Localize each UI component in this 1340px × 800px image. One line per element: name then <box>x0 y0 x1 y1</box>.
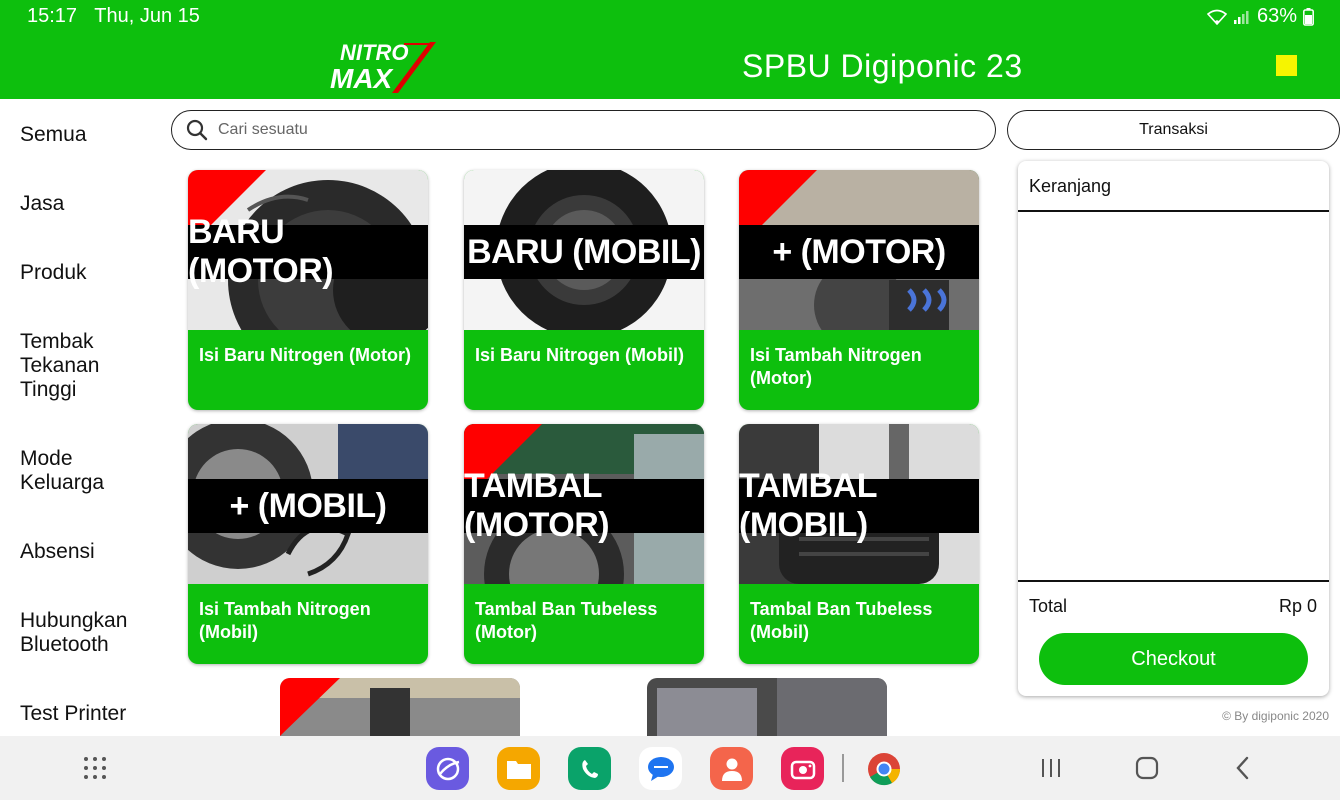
category-sidebar: Semua Jasa Produk Tembak Tekanan Tinggi … <box>0 99 170 736</box>
product-name: Isi Tambah Nitrogen (Motor) <box>750 345 922 388</box>
messages-icon[interactable] <box>639 747 682 790</box>
product-name: Isi Tambah Nitrogen (Mobil) <box>199 599 371 642</box>
product-name: Isi Baru Nitrogen (Motor) <box>199 345 411 365</box>
card-banner: BARU (MOTOR) <box>188 213 428 290</box>
product-name: Tambal Ban Tubeless (Motor) <box>475 599 658 642</box>
product-card-partial[interactable] <box>647 678 887 736</box>
card-banner: + (MOBIL) <box>188 479 428 533</box>
cart-divider-bottom <box>1018 580 1329 582</box>
battery-icon <box>1303 7 1314 26</box>
recents-icon[interactable] <box>1040 757 1062 779</box>
app-title: SPBU Digiponic 23 <box>742 48 1023 84</box>
cart-divider-top <box>1018 210 1329 212</box>
transaction-button[interactable]: Transaksi <box>1007 110 1340 150</box>
sidebar-item-absensi[interactable]: Absensi <box>20 540 160 564</box>
product-card[interactable]: TAMBAL (MOTOR) Tambal Ban Tubeless (Moto… <box>464 424 704 664</box>
credit-text: © By digiponic 2020 <box>1222 709 1329 723</box>
battery-percent: 63% <box>1256 5 1297 27</box>
sidebar-item-mode-keluarga[interactable]: Mode Keluarga <box>20 447 160 495</box>
cart-panel: Keranjang Total Rp 0 Checkout <box>1018 161 1329 696</box>
card-banner: BARU (MOBIL) <box>464 225 704 279</box>
search-icon <box>186 119 208 141</box>
status-date: Thu, Jun 15 <box>94 5 200 27</box>
status-bar-left: 15:17 Thu, Jun 15 <box>27 5 212 28</box>
total-value: Rp 0 <box>1278 596 1317 616</box>
cart-title: Keranjang <box>1029 176 1112 196</box>
product-name: Isi Baru Nitrogen (Mobil) <box>475 345 684 365</box>
files-icon[interactable] <box>497 747 540 790</box>
apps-grid-icon[interactable] <box>83 756 107 780</box>
sidebar-item-hubungkan-bluetooth[interactable]: Hubungkan Bluetooth <box>20 609 160 657</box>
product-card-partial[interactable] <box>280 678 520 736</box>
product-card[interactable]: TAMBAL (MOBIL) Tambal Ban Tubeless (Mobi… <box>739 424 979 664</box>
sidebar-item-produk[interactable]: Produk <box>20 261 160 285</box>
search-input[interactable] <box>218 121 978 139</box>
sidebar-item-tembak-tekanan-tinggi[interactable]: Tembak Tekanan Tinggi <box>20 330 160 402</box>
sidebar-item-semua[interactable]: Semua <box>20 123 160 147</box>
product-card[interactable]: BARU (MOBIL) Isi Baru Nitrogen (Mobil) <box>464 170 704 410</box>
nitromax-logo: NITRO MAX <box>330 40 436 94</box>
phone-icon[interactable] <box>568 747 611 790</box>
menu-button[interactable] <box>1276 55 1297 76</box>
card-banner: + (MOTOR) <box>739 225 979 279</box>
status-bar-right: 63% <box>1206 5 1314 28</box>
svg-text:NITRO: NITRO <box>340 40 408 65</box>
app-header: 15:17 Thu, Jun 15 63% NITRO MAX SPBU Dig… <box>0 0 1340 99</box>
sidebar-item-jasa[interactable]: Jasa <box>20 192 160 216</box>
checkout-button[interactable]: Checkout <box>1039 633 1308 685</box>
product-name: Tambal Ban Tubeless (Mobil) <box>750 599 933 642</box>
dock-separator <box>842 754 844 782</box>
status-time: 15:17 <box>27 5 78 27</box>
system-nav-bar <box>0 736 1340 800</box>
card-banner: TAMBAL (MOBIL) <box>739 467 979 544</box>
total-label: Total <box>1029 596 1068 616</box>
wifi-icon <box>1206 9 1227 25</box>
home-icon[interactable] <box>1135 756 1159 780</box>
product-image-partial <box>647 678 887 736</box>
internet-icon[interactable] <box>426 747 469 790</box>
product-card[interactable]: + (MOTOR) Isi Tambah Nitrogen (Motor) <box>739 170 979 410</box>
camera-icon[interactable] <box>781 747 824 790</box>
back-icon[interactable] <box>1234 756 1252 780</box>
svg-text:MAX: MAX <box>330 63 395 94</box>
sidebar-item-test-printer[interactable]: Test Printer <box>20 702 160 726</box>
product-image-partial <box>280 678 520 736</box>
signal-icon <box>1233 10 1249 24</box>
search-bar[interactable] <box>171 110 996 150</box>
product-card[interactable]: BARU (MOTOR) Isi Baru Nitrogen (Motor) <box>188 170 428 410</box>
card-banner: TAMBAL (MOTOR) <box>464 467 704 544</box>
product-card[interactable]: + (MOBIL) Isi Tambah Nitrogen (Mobil) <box>188 424 428 664</box>
chrome-icon[interactable] <box>862 747 905 790</box>
contacts-icon[interactable] <box>710 747 753 790</box>
